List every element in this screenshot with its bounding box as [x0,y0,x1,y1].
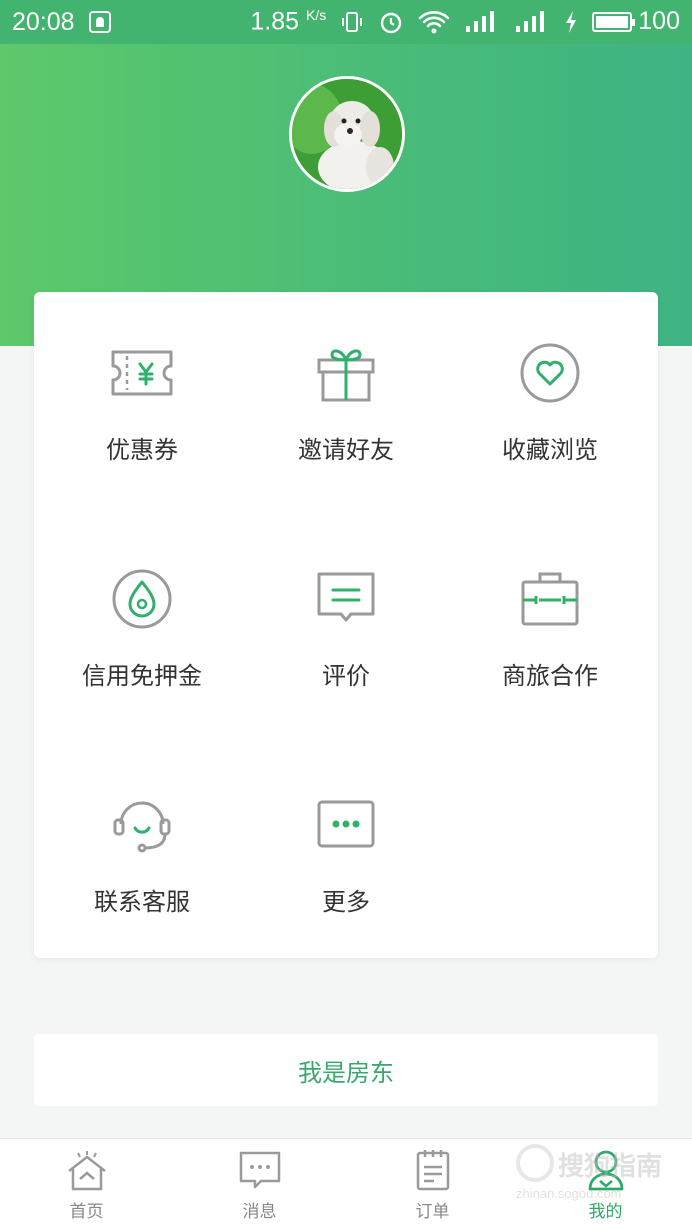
bottom-nav: 首页 消息 订单 我的 [0,1138,692,1230]
more-icon [317,800,375,848]
alarm-icon [381,12,402,34]
vibrate-icon [342,11,363,32]
nav-item-messages[interactable]: 消息 [173,1139,346,1230]
landlord-button[interactable]: 我是房东 [34,1034,658,1106]
order-icon [416,1150,449,1191]
battery-fill [596,15,629,28]
menu-label-coupon: 优惠券 [106,436,178,464]
menu-item-credit-deposit[interactable]: 信用免押金 [38,518,246,718]
menu-label-more: 更多 [322,888,370,916]
menu-item-business-travel[interactable]: 商旅合作 [446,518,654,718]
battery-indicator: 100 [592,7,680,36]
battery-icon [592,11,636,32]
message-icon [239,1151,280,1189]
menu-label-reviews: 评价 [322,662,370,690]
wifi-icon [418,11,450,34]
menu-item-reviews[interactable]: 评价 [242,518,450,718]
nav-label-home: 首页 [69,1202,104,1222]
menu-item-customer-service[interactable]: 联系客服 [38,744,246,944]
menu-label-credit-deposit: 信用免押金 [82,662,202,690]
gift-icon [317,349,375,402]
signal-icon-2 [516,10,545,32]
menu-card: 优惠券 邀请好友 收藏浏览 信用免押金 评价 商旅合作 联系客服 更多 [34,292,658,958]
nav-item-home[interactable]: 首页 [0,1139,173,1230]
nav-item-profile[interactable]: 我的 [519,1139,692,1230]
menu-item-invite-friends[interactable]: 邀请好友 [242,292,450,492]
status-right: 1.85 K/s 100 [250,7,680,36]
avatar-image [292,79,402,189]
menu-label-customer-service: 联系客服 [94,888,190,916]
nav-label-messages: 消息 [242,1202,277,1222]
nav-item-orders[interactable]: 订单 [346,1139,519,1230]
network-speed: 1.85 K/s [250,7,327,36]
deposit-icon [112,569,172,629]
avatar[interactable] [289,76,405,192]
menu-item-more[interactable]: 更多 [242,744,450,944]
battery-percent: 100 [638,7,680,36]
signal-icon-1 [466,10,495,32]
status-time: 20:08 [12,7,75,36]
heart-icon [520,343,580,403]
profile-icon [588,1150,623,1191]
coupon-icon [111,350,173,396]
headset-icon [113,801,171,853]
menu-label-invite-friends: 邀请好友 [298,436,394,464]
menu-label-favorites: 收藏浏览 [502,436,598,464]
menu-item-coupon[interactable]: 优惠券 [38,292,246,492]
briefcase-icon [521,572,579,626]
status-bar: 20:08 1.85 K/s 100 [0,0,692,44]
nav-label-profile: 我的 [588,1202,623,1222]
home-icon [67,1151,106,1191]
nav-label-orders: 订单 [415,1202,450,1222]
menu-label-business-travel: 商旅合作 [502,662,598,690]
notification-icon [88,11,111,33]
menu-item-favorites[interactable]: 收藏浏览 [446,292,654,492]
comment-icon [317,572,375,622]
charging-icon [566,10,577,33]
